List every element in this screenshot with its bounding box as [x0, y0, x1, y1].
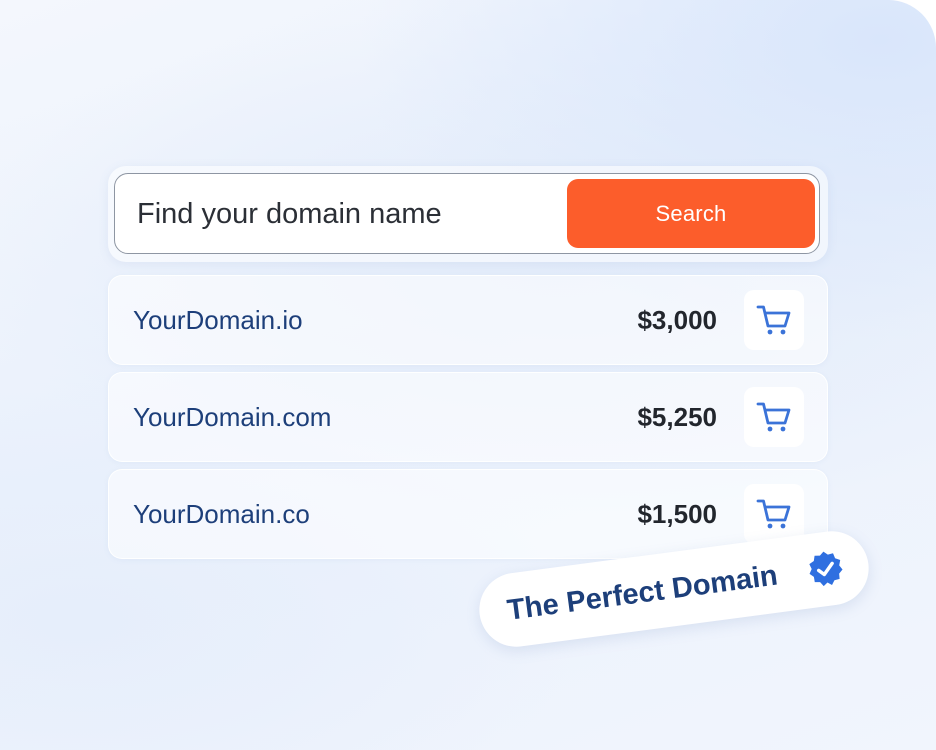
add-to-cart-button[interactable]: [744, 290, 804, 350]
cart-icon: [756, 305, 791, 335]
add-to-cart-button[interactable]: [744, 387, 804, 447]
domain-price: $5,250: [637, 402, 717, 432]
domain-price: $1,500: [637, 499, 717, 529]
verified-check-icon: [809, 551, 843, 587]
domain-result-row: YourDomain.io $3,000: [108, 275, 828, 365]
domain-search-input[interactable]: [137, 174, 557, 254]
domain-name[interactable]: YourDomain.co: [133, 470, 310, 558]
cart-icon: [756, 402, 791, 432]
cart-icon: [756, 499, 791, 529]
domain-price: $3,000: [637, 305, 717, 335]
search-field-container: Search: [114, 173, 820, 254]
search-button[interactable]: Search: [567, 179, 815, 248]
domain-name[interactable]: YourDomain.com: [133, 373, 331, 461]
domain-name[interactable]: YourDomain.io: [133, 276, 303, 364]
domain-search-card: Search YourDomain.io $3,000 YourDomain.c…: [0, 0, 936, 750]
domain-result-row: YourDomain.com $5,250: [108, 372, 828, 462]
search-bar: Search: [108, 166, 828, 262]
